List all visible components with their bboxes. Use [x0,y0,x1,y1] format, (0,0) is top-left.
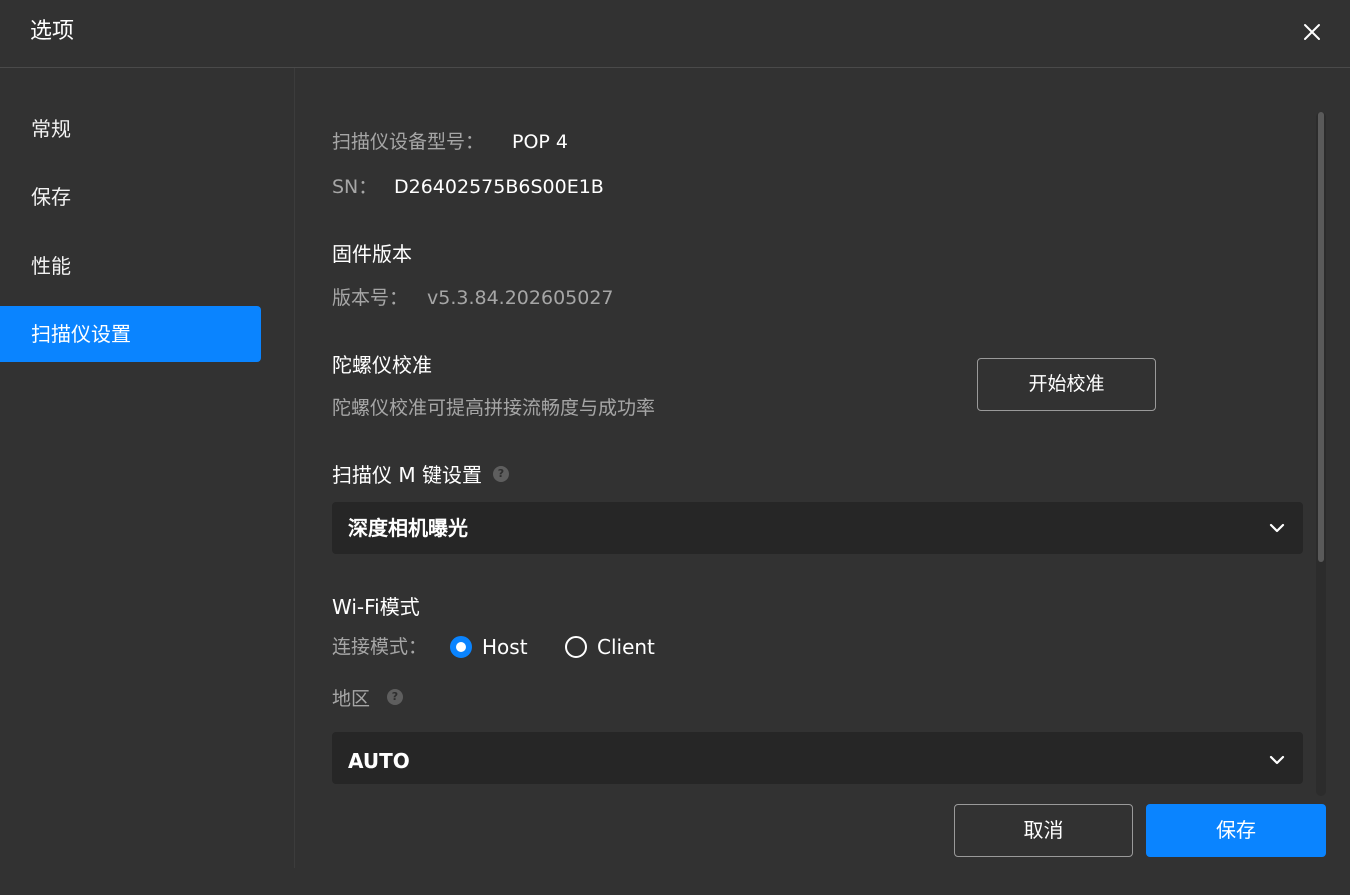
content-scrollbar[interactable] [1316,112,1326,796]
model-label: 扫描仪设备型号： [332,131,485,153]
options-dialog: 选项 常规 保存 性能 扫描仪设置 扫描仪设备型号： POP 4 SN： D26… [0,0,1350,895]
close-icon [1304,24,1320,40]
firmware-version-label: 版本号： [332,287,409,309]
cancel-button[interactable]: 取消 [954,804,1133,857]
save-button[interactable]: 保存 [1146,804,1326,857]
model-value: POP 4 [512,131,568,153]
sidebar-item-save[interactable]: 保存 [0,169,261,225]
radio-checked-icon [450,636,472,658]
sidebar-item-label: 扫描仪设置 [31,322,131,346]
gyro-description: 陀螺仪校准可提高拼接流畅度与成功率 [332,397,656,419]
sidebar: 常规 保存 性能 扫描仪设置 [0,68,295,868]
region-label: 地区 [332,688,371,710]
dialog-title: 选项 [30,19,75,44]
sidebar-item-performance[interactable]: 性能 [0,238,261,294]
sidebar-item-label: 常规 [31,117,71,141]
help-icon[interactable]: ? [493,466,509,482]
m-key-heading: 扫描仪 M 键设置 [332,463,482,487]
firmware-heading: 固件版本 [332,242,412,266]
chevron-down-icon [1267,750,1287,770]
help-icon[interactable]: ? [387,689,403,705]
radio-client-label: Client [597,635,655,659]
close-button[interactable] [1300,20,1324,44]
title-bar: 选项 [0,0,1350,68]
sidebar-item-label: 保存 [31,185,71,209]
region-select[interactable]: AUTO [332,732,1303,784]
wifi-mode-label: 连接模式： [332,636,428,658]
gyro-heading: 陀螺仪校准 [332,353,432,377]
radio-unchecked-icon [565,636,587,658]
firmware-version-value: v5.3.84.202605027 [427,287,614,309]
chevron-down-icon [1267,518,1287,538]
sidebar-item-scanner-settings[interactable]: 扫描仪设置 [0,306,261,362]
m-key-select[interactable]: 深度相机曝光 [332,502,1303,554]
sidebar-item-label: 性能 [31,254,71,278]
scanner-settings-panel: 扫描仪设备型号： POP 4 SN： D26402575B6S00E1B 固件版… [332,68,1307,788]
start-calibration-button[interactable]: 开始校准 [977,358,1156,411]
sidebar-item-general[interactable]: 常规 [0,101,261,157]
scrollbar-thumb[interactable] [1318,112,1324,562]
sn-label: SN： [332,176,378,198]
m-key-selected-value: 深度相机曝光 [348,516,468,540]
sn-value: D26402575B6S00E1B [394,176,604,198]
region-selected-value: AUTO [348,749,410,773]
wifi-heading: Wi-Fi模式 [332,595,420,619]
radio-host-label: Host [482,635,528,659]
